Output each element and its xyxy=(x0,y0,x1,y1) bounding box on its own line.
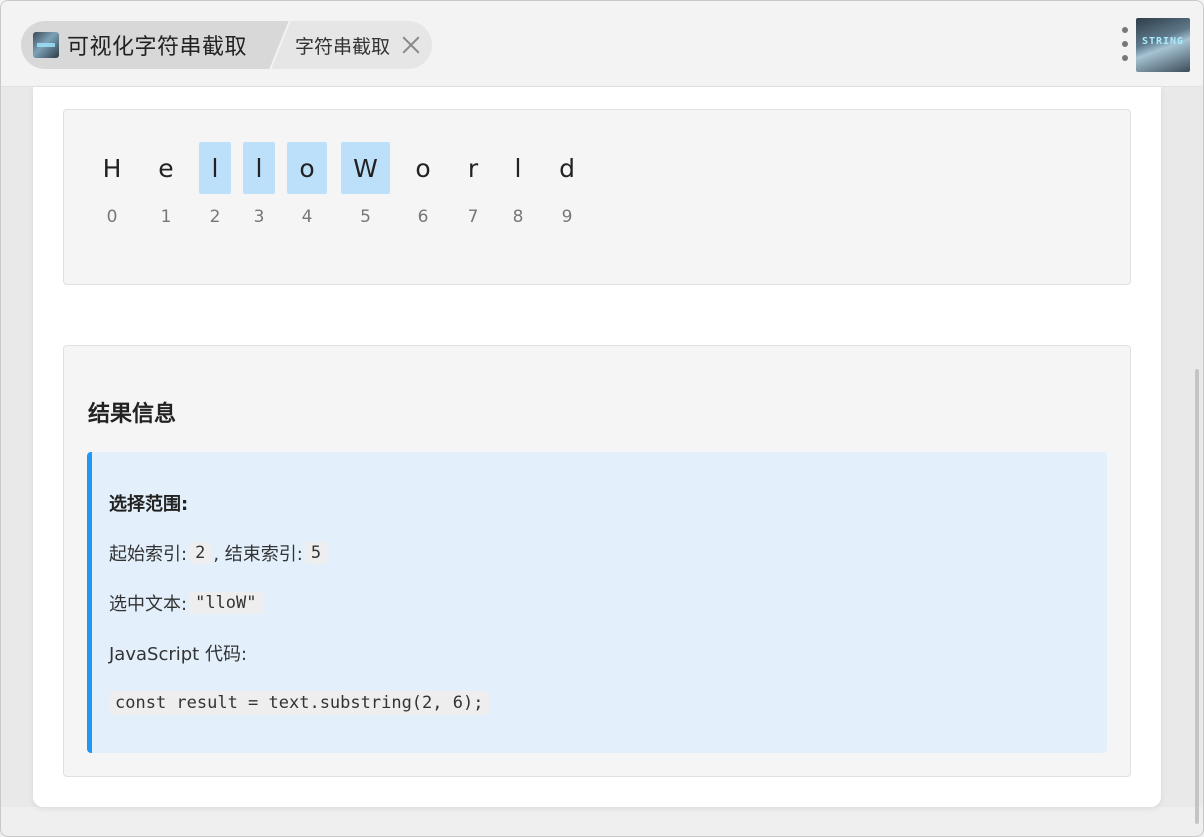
end-index-value: 5 xyxy=(304,542,328,564)
tab-sub-label: 字符串截取 xyxy=(295,35,391,58)
char-index-3: 3 xyxy=(253,207,265,227)
char-index-2: 2 xyxy=(209,207,221,227)
result-title: 结果信息 xyxy=(88,402,177,427)
app-window: 可视化字符串截取 字符串截取 STRING H0e1l2l3o4W5o6r7l8… xyxy=(0,0,1204,837)
titlebar: 可视化字符串截取 字符串截取 STRING xyxy=(1,1,1203,87)
tab-sub[interactable]: 字符串截取 xyxy=(267,21,433,69)
index-line: 起始索引: 2 , 结束索引: 5 xyxy=(109,540,329,566)
char-panel: H0e1l2l3o4W5o6r7l8d9 xyxy=(63,109,1131,285)
char-index-6: 6 xyxy=(417,207,429,227)
js-code-block: const result = text.substring(2, 6); xyxy=(109,691,490,715)
scrollbar-thumb[interactable] xyxy=(1195,369,1199,824)
selected-text-label: 选中文本: xyxy=(109,594,188,615)
start-index-value: 2 xyxy=(189,542,212,564)
result-panel: 结果信息 选择范围: 起始索引: 2 , 结束索引: 5 选中文本: "lloW… xyxy=(63,345,1131,777)
char-cell-8[interactable]: l xyxy=(494,142,542,194)
char-cell-0[interactable]: H xyxy=(94,142,130,194)
selected-text-line: 选中文本: "lloW" xyxy=(109,590,265,616)
char-cell-5[interactable]: W xyxy=(341,142,390,194)
char-cell-6[interactable]: o xyxy=(399,142,447,194)
tab-main-label: 可视化字符串截取 xyxy=(67,35,248,60)
char-index-4: 4 xyxy=(301,207,313,227)
char-index-0: 0 xyxy=(106,207,118,227)
start-index-label: 起始索引: xyxy=(109,544,188,565)
more-vertical-icon[interactable] xyxy=(1119,27,1131,61)
info-box: 选择范围: 起始索引: 2 , 结束索引: 5 选中文本: "lloW" Jav… xyxy=(87,452,1107,753)
js-code-label: JavaScript 代码: xyxy=(109,644,248,665)
thumbnail-logo: STRING xyxy=(1141,36,1185,47)
char-cell-4[interactable]: o xyxy=(287,142,327,194)
end-index-label: , 结束索引: xyxy=(213,544,303,565)
char-cell-3[interactable]: l xyxy=(243,142,275,194)
char-row: H0e1l2l3o4W5o6r7l8d9 xyxy=(64,110,1130,284)
char-index-7: 7 xyxy=(467,207,479,227)
char-index-1: 1 xyxy=(160,207,172,227)
tab-group: 可视化字符串截取 字符串截取 xyxy=(21,21,433,69)
app-thumbnail[interactable]: STRING xyxy=(1136,18,1190,72)
char-cell-2[interactable]: l xyxy=(199,142,231,194)
char-cell-7[interactable]: r xyxy=(449,142,497,194)
char-index-5: 5 xyxy=(360,207,371,227)
tab-main[interactable]: 可视化字符串截取 xyxy=(21,21,268,69)
char-cell-1[interactable]: e xyxy=(150,142,182,194)
char-index-8: 8 xyxy=(512,207,524,227)
char-cell-9[interactable]: d xyxy=(543,142,591,194)
char-index-9: 9 xyxy=(561,207,573,227)
app-favicon-icon xyxy=(33,32,59,58)
range-label: 选择范围: xyxy=(109,494,189,515)
close-icon[interactable] xyxy=(400,34,422,56)
selected-text-value: "lloW" xyxy=(189,592,263,614)
content-card: H0e1l2l3o4W5o6r7l8d9 结果信息 选择范围: 起始索引: 2 … xyxy=(33,87,1161,807)
